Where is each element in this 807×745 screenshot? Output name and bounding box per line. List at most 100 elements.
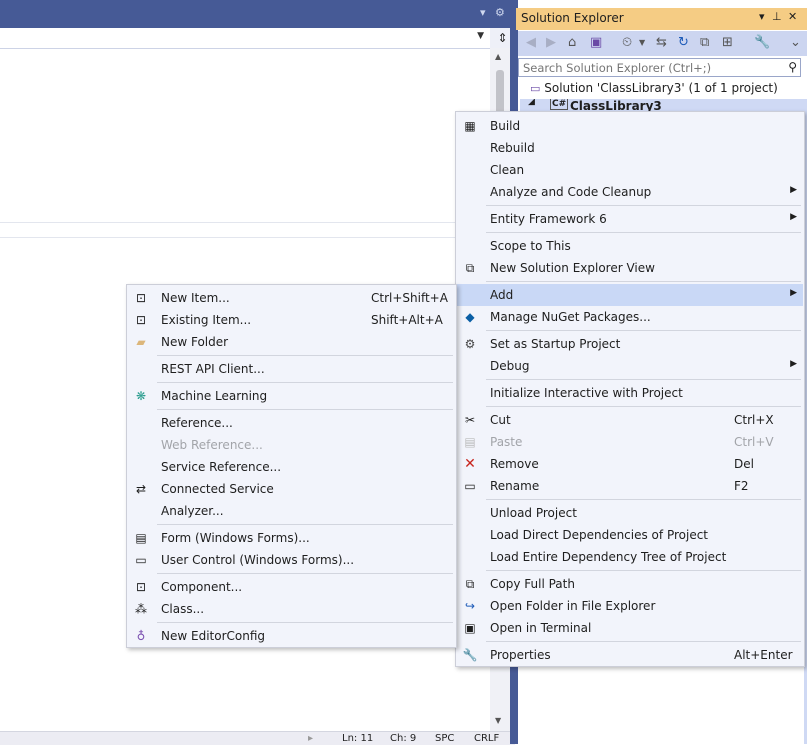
menu-separator: [157, 409, 453, 410]
add-item-service-reference[interactable]: Service Reference...: [128, 456, 455, 478]
line-ending-indicator[interactable]: CRLF: [474, 732, 499, 745]
editor-tab-bar: ▾ ⚙: [0, 0, 515, 28]
menu-separator: [486, 232, 801, 233]
show-all-files-icon[interactable]: ⊞: [722, 35, 733, 50]
nuget-icon: ◆: [465, 310, 475, 324]
menu-item-remove[interactable]: ✕ Remove Del: [457, 453, 803, 475]
menu-item-unload-project[interactable]: Unload Project: [457, 502, 803, 524]
gear-icon: ⚙: [464, 337, 476, 351]
add-submenu: ⊡ New Item... Ctrl+Shift+A ⊡ Existing It…: [126, 284, 457, 648]
submenu-arrow-icon: ▶: [790, 288, 797, 298]
add-item-existing-item[interactable]: ⊡ Existing Item... Shift+Alt+A: [128, 309, 455, 331]
new-view-icon: ⧉: [465, 261, 475, 275]
add-item-analyzer[interactable]: Analyzer...: [128, 500, 455, 522]
sync-icon[interactable]: ⇆: [656, 35, 667, 50]
expand-arrow-icon[interactable]: ◢: [528, 99, 535, 107]
menu-separator: [486, 406, 801, 407]
menu-item-analyze[interactable]: Analyze and Code Cleanup ▶: [457, 181, 803, 203]
add-item-web-reference: Web Reference...: [161, 438, 263, 452]
column-indicator[interactable]: Ch: 9: [390, 732, 416, 745]
switch-views-icon[interactable]: ▣: [590, 35, 602, 50]
paste-icon: ▤: [464, 435, 476, 449]
existing-item-icon: ⊡: [135, 313, 147, 327]
add-item-class[interactable]: ⁂ Class...: [128, 598, 455, 620]
add-item-reference[interactable]: Reference...: [128, 412, 455, 434]
menu-item-properties[interactable]: 🔧 Properties Alt+Enter: [457, 644, 803, 666]
menu-separator: [157, 573, 453, 574]
status-bar: ▸ Ln: 11 Ch: 9 SPC CRLF: [0, 731, 515, 745]
nav-dropdown-icon[interactable]: ▼: [477, 31, 484, 41]
menu-item-load-direct-deps[interactable]: Load Direct Dependencies of Project: [457, 524, 803, 546]
menu-item-entity-framework[interactable]: Entity Framework 6 ▶: [457, 208, 803, 230]
pending-dropdown-icon[interactable]: ▼: [639, 38, 645, 47]
form-icon: ▤: [135, 531, 147, 545]
add-item-new-item[interactable]: ⊡ New Item... Ctrl+Shift+A: [128, 287, 455, 309]
lightbulb-icon: ♁: [136, 629, 146, 643]
add-item-new-editorconfig[interactable]: ♁ New EditorConfig: [128, 625, 455, 647]
menu-item-rebuild[interactable]: Rebuild: [457, 137, 803, 159]
navigation-bar[interactable]: ▼: [0, 28, 490, 49]
remove-icon: ✕: [464, 456, 476, 472]
ml-icon: ❋: [135, 389, 147, 403]
menu-item-initialize-interactive[interactable]: Initialize Interactive with Project: [457, 382, 803, 404]
open-folder-icon: ↪: [464, 599, 476, 613]
menu-item-cut[interactable]: ✂ Cut Ctrl+X: [457, 409, 803, 431]
menu-item-add[interactable]: Add ▶: [457, 284, 803, 306]
scroll-down-icon[interactable]: ▼: [495, 716, 501, 725]
forward-icon[interactable]: ▶: [546, 35, 556, 50]
menu-item-rename[interactable]: ▭ Rename F2: [457, 475, 803, 497]
menu-separator: [157, 622, 453, 623]
line-indicator[interactable]: Ln: 11: [342, 732, 373, 745]
menu-item-manage-nuget[interactable]: ◆ Manage NuGet Packages...: [457, 306, 803, 328]
search-icon[interactable]: ⚲: [788, 60, 797, 74]
terminal-icon: ▣: [464, 621, 476, 635]
add-item-user-control[interactable]: ▭ User Control (Windows Forms)...: [128, 549, 455, 571]
menu-separator: [157, 524, 453, 525]
settings-gear-icon[interactable]: ⚙: [495, 6, 505, 19]
add-item-connected-service[interactable]: ⇄ Connected Service: [128, 478, 455, 500]
menu-item-load-entire-tree[interactable]: Load Entire Dependency Tree of Project: [457, 546, 803, 568]
properties-wrench-icon[interactable]: 🔧: [754, 35, 770, 50]
menu-separator: [486, 570, 801, 571]
back-icon[interactable]: ◀: [526, 35, 536, 50]
menu-separator: [486, 330, 801, 331]
submenu-arrow-icon: ▶: [790, 359, 797, 369]
scroll-up-icon[interactable]: ▲: [495, 52, 501, 61]
add-item-rest-api-client[interactable]: REST API Client...: [128, 358, 455, 380]
refresh-icon[interactable]: ↻: [678, 35, 689, 50]
menu-item-copy-full-path[interactable]: ⧉ Copy Full Path: [457, 573, 803, 595]
toolbar-overflow-icon[interactable]: ⌄: [790, 35, 801, 50]
pending-changes-icon[interactable]: ⏲: [622, 35, 632, 50]
project-context-menu: ▦ Build Rebuild Clean Analyze and Code C…: [455, 111, 805, 667]
window-dropdown-icon[interactable]: ▾: [759, 10, 765, 23]
close-icon[interactable]: ✕: [788, 10, 797, 23]
menu-item-build[interactable]: ▦ Build: [457, 115, 803, 137]
menu-item-scope-to-this[interactable]: Scope to This: [457, 235, 803, 257]
menu-separator: [486, 281, 801, 282]
folder-icon: ▰: [136, 335, 146, 349]
menu-separator: [486, 641, 801, 642]
whitespace-indicator[interactable]: SPC: [435, 732, 454, 745]
menu-item-debug[interactable]: Debug ▶: [457, 355, 803, 377]
menu-item-clean[interactable]: Clean: [457, 159, 803, 181]
status-arrow-icon: ▸: [308, 733, 314, 744]
solution-explorer-titlebar: Solution Explorer ▾ ⊥ ✕: [516, 8, 807, 30]
menu-item-open-folder[interactable]: ↪ Open Folder in File Explorer: [457, 595, 803, 617]
menu-item-set-startup[interactable]: ⚙ Set as Startup Project: [457, 333, 803, 355]
solution-search-box[interactable]: ⚲: [518, 58, 801, 77]
tab-overflow-icon[interactable]: ▾: [480, 6, 486, 19]
solution-label: Solution 'ClassLibrary3' (1 of 1 project…: [544, 81, 778, 95]
tree-item-solution[interactable]: ▭ Solution 'ClassLibrary3' (1 of 1 proje…: [530, 81, 778, 99]
add-item-machine-learning[interactable]: ❋ Machine Learning: [128, 385, 455, 407]
menu-separator: [157, 382, 453, 383]
home-icon[interactable]: ⌂: [568, 35, 576, 50]
solution-search-input[interactable]: [519, 59, 767, 77]
menu-item-new-solution-view[interactable]: ⧉ New Solution Explorer View: [457, 257, 803, 279]
collapse-all-icon[interactable]: ⧉: [700, 35, 709, 50]
add-item-form[interactable]: ▤ Form (Windows Forms)...: [128, 527, 455, 549]
menu-separator: [486, 499, 801, 500]
add-item-new-folder[interactable]: ▰ New Folder: [128, 331, 455, 353]
add-item-component[interactable]: ⊡ Component...: [128, 576, 455, 598]
pin-icon[interactable]: ⊥: [772, 10, 782, 23]
menu-item-open-terminal[interactable]: ▣ Open in Terminal: [457, 617, 803, 639]
